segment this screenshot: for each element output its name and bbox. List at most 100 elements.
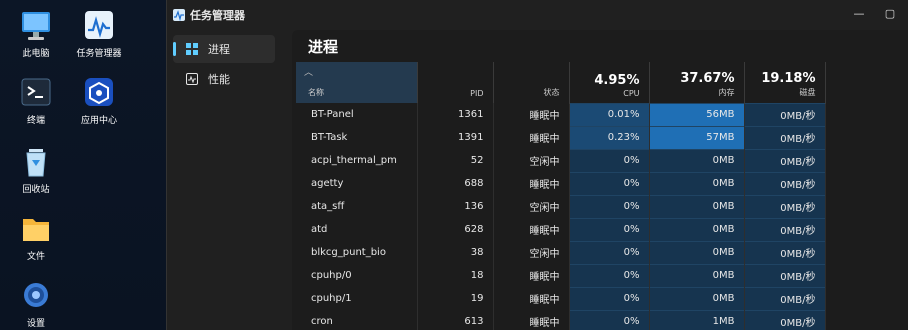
process-disk: 0MB/秒: [744, 125, 826, 149]
process-name: cpuhp/1: [296, 287, 418, 310]
process-cpu: 0%: [569, 194, 650, 218]
process-name: agetty: [296, 172, 418, 195]
desktop-icon-app-center[interactable]: 应用中心: [64, 77, 134, 126]
process-pid: 1391: [417, 126, 494, 149]
table-row[interactable]: agetty 688 睡眠中 0% 0MB 0MB/秒: [296, 171, 908, 195]
minimize-button[interactable]: —: [853, 8, 865, 20]
process-disk: 0MB/秒: [744, 263, 826, 287]
process-memory: 0MB: [649, 240, 745, 264]
process-memory: 0MB: [649, 171, 745, 195]
column-header-pid[interactable]: PID: [417, 62, 494, 103]
table-row[interactable]: cron 613 睡眠中 0% 1MB 0MB/秒: [296, 309, 908, 330]
table-row[interactable]: BT-Task 1391 睡眠中 0.23% 57MB 0MB/秒: [296, 125, 908, 149]
memory-total: 37.67%: [680, 70, 735, 86]
process-name: cpuhp/0: [296, 264, 418, 287]
desktop-icon-label: 终端: [26, 116, 45, 126]
process-cpu: 0%: [569, 309, 650, 330]
process-disk: 0MB/秒: [744, 309, 826, 330]
column-header-cpu[interactable]: 4.95% CPU: [569, 62, 650, 103]
row-spacer: [825, 103, 908, 126]
process-memory: 0MB: [649, 148, 745, 172]
table-row[interactable]: cpuhp/0 18 睡眠中 0% 0MB 0MB/秒: [296, 263, 908, 287]
process-cpu: 0%: [569, 286, 650, 310]
table-row[interactable]: acpi_thermal_pm 52 空闲中 0% 0MB 0MB/秒: [296, 148, 908, 172]
process-name: acpi_thermal_pm: [296, 149, 418, 172]
process-table: ︿ 名称 PID 状态 4.95% CPU 37.67% 内存 19.18% 磁…: [296, 62, 908, 330]
table-row[interactable]: cpuhp/1 19 睡眠中 0% 0MB 0MB/秒: [296, 286, 908, 310]
desktop-icon-label: 任务管理器: [76, 49, 122, 59]
process-status: 睡眠中: [493, 264, 570, 287]
nav-item-performance[interactable]: 性能: [173, 65, 275, 93]
process-name: BT-Panel: [296, 103, 418, 126]
row-spacer: [825, 149, 908, 172]
process-memory: 0MB: [649, 286, 745, 310]
process-name: BT-Task: [296, 126, 418, 149]
title-bar[interactable]: 任务管理器 — ▢: [167, 0, 908, 30]
table-row[interactable]: ata_sff 136 空闲中 0% 0MB 0MB/秒: [296, 194, 908, 218]
desktop-icon-recycle-bin[interactable]: 回收站: [1, 146, 71, 195]
process-disk: 0MB/秒: [744, 286, 826, 310]
process-cpu: 0%: [569, 240, 650, 264]
column-header-spacer: [825, 62, 908, 103]
desktop-icon-label: 回收站: [22, 185, 50, 195]
process-status: 睡眠中: [493, 218, 570, 241]
nav-item-label: 进程: [208, 43, 230, 56]
processes-panel: 进程 ︿ 名称 PID 状态 4.95% CPU 37.67% 内存 19.18…: [292, 30, 908, 330]
desktop-icon-this-pc[interactable]: 此电脑: [1, 10, 71, 59]
row-spacer: [825, 218, 908, 241]
process-memory: 0MB: [649, 217, 745, 241]
process-cpu: 0%: [569, 217, 650, 241]
process-memory: 0MB: [649, 263, 745, 287]
process-pid: 1361: [417, 103, 494, 126]
desktop-icon-label: 应用中心: [80, 116, 117, 126]
process-disk: 0MB/秒: [744, 240, 826, 264]
row-spacer: [825, 241, 908, 264]
process-pid: 136: [417, 195, 494, 218]
process-status: 睡眠中: [493, 103, 570, 126]
column-header-memory[interactable]: 37.67% 内存: [649, 62, 745, 103]
process-cpu: 0%: [569, 171, 650, 195]
cpu-total: 4.95%: [594, 72, 640, 88]
maximize-button[interactable]: ▢: [884, 8, 896, 20]
row-spacer: [825, 264, 908, 287]
desktop-icon-settings[interactable]: 设置: [1, 280, 71, 329]
process-status: 空闲中: [493, 149, 570, 172]
app-center-icon: [82, 77, 116, 109]
row-spacer: [825, 172, 908, 195]
process-pid: 613: [417, 310, 494, 330]
activity-chart-icon: [186, 73, 198, 85]
desktop-icon-task-manager[interactable]: 任务管理器: [64, 10, 134, 59]
process-status: 空闲中: [493, 195, 570, 218]
process-status: 睡眠中: [493, 172, 570, 195]
monitor-icon: [19, 10, 53, 42]
row-spacer: [825, 310, 908, 330]
recycle-bin-icon: [19, 146, 53, 178]
grid-icon: [186, 43, 198, 55]
task-manager-window: 任务管理器 — ▢ 进程 性能 进程 ︿ 名称 PID 状态 4.95% CPU…: [166, 0, 908, 330]
settings-gear-icon: [19, 280, 53, 312]
process-name: blkcg_punt_bio: [296, 241, 418, 264]
table-row[interactable]: blkcg_punt_bio 38 空闲中 0% 0MB 0MB/秒: [296, 240, 908, 264]
process-pid: 628: [417, 218, 494, 241]
active-indicator: [173, 42, 176, 56]
page-title: 进程: [308, 38, 339, 56]
process-cpu: 0.23%: [569, 125, 650, 149]
disk-total: 19.18%: [761, 70, 816, 86]
table-row[interactable]: BT-Panel 1361 睡眠中 0.01% 56MB 0MB/秒: [296, 102, 908, 126]
process-memory: 0MB: [649, 194, 745, 218]
desktop-icon-terminal[interactable]: 终端: [1, 77, 71, 126]
process-memory: 1MB: [649, 309, 745, 330]
task-manager-icon: [82, 10, 116, 42]
process-status: 睡眠中: [493, 126, 570, 149]
column-header-status[interactable]: 状态: [493, 62, 570, 103]
nav-item-processes[interactable]: 进程: [173, 35, 275, 63]
table-row[interactable]: atd 628 睡眠中 0% 0MB 0MB/秒: [296, 217, 908, 241]
process-disk: 0MB/秒: [744, 148, 826, 172]
process-name: ata_sff: [296, 195, 418, 218]
process-cpu: 0.01%: [569, 102, 650, 126]
row-spacer: [825, 195, 908, 218]
process-status: 空闲中: [493, 241, 570, 264]
column-header-name[interactable]: ︿ 名称: [296, 62, 418, 103]
desktop-icon-files[interactable]: 文件: [1, 213, 71, 262]
column-header-disk[interactable]: 19.18% 磁盘: [744, 62, 826, 103]
